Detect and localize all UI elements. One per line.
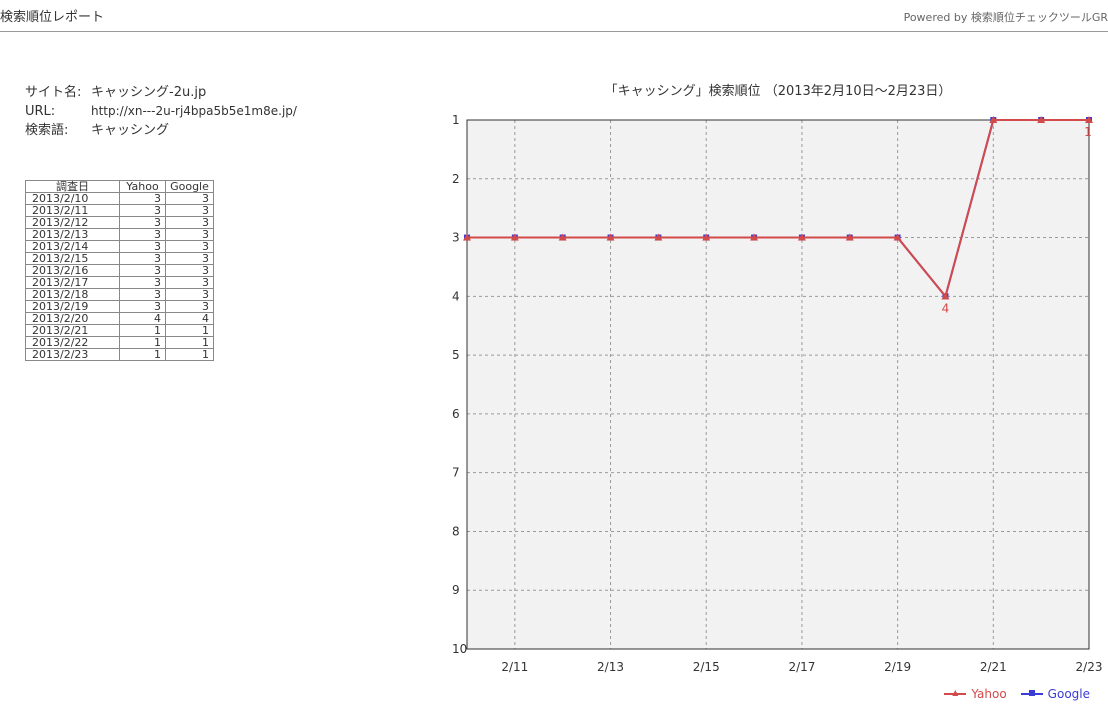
y-tick-label: 4 <box>452 289 460 303</box>
x-tick-label: 2/15 <box>693 660 720 674</box>
legend-yahoo-swatch <box>944 690 967 696</box>
y-tick-label: 7 <box>452 466 460 480</box>
y-tick-label: 3 <box>452 231 460 245</box>
triangle-icon <box>952 690 959 696</box>
legend-item-google: Google <box>1020 687 1090 701</box>
y-tick-label: 6 <box>452 407 460 421</box>
y-tick-label: 5 <box>452 348 460 362</box>
y-tick-label: 9 <box>452 583 460 597</box>
plot-area <box>467 120 1089 649</box>
chart-legend: Yahoo Google <box>944 687 1090 701</box>
x-tick-label: 2/21 <box>980 660 1007 674</box>
legend-item-yahoo: Yahoo <box>944 687 1007 701</box>
rank-chart: 1 2 3 4 5 6 7 8 9 10 2/11 2/13 2/15 2/17 2/19 2/21 2/23 4… <box>452 113 1103 674</box>
data-label: 4 <box>942 301 950 315</box>
x-tick-label: 2/13 <box>597 660 624 674</box>
square-icon <box>1028 690 1035 696</box>
y-tick-label: 10 <box>452 642 467 656</box>
x-tick-label: 2/17 <box>788 660 815 674</box>
x-tick-label: 2/19 <box>884 660 911 674</box>
y-tick-label: 8 <box>452 524 460 538</box>
y-tick-label: 2 <box>452 172 460 186</box>
x-tick-label: 2/11 <box>501 660 528 674</box>
data-label: 1 <box>1084 125 1092 139</box>
y-tick-label: 1 <box>452 113 460 127</box>
x-tick-label: 2/23 <box>1076 660 1103 674</box>
legend-google-label: Google <box>1047 687 1090 701</box>
legend-google-swatch <box>1020 690 1043 696</box>
legend-yahoo-label: Yahoo <box>971 687 1007 701</box>
